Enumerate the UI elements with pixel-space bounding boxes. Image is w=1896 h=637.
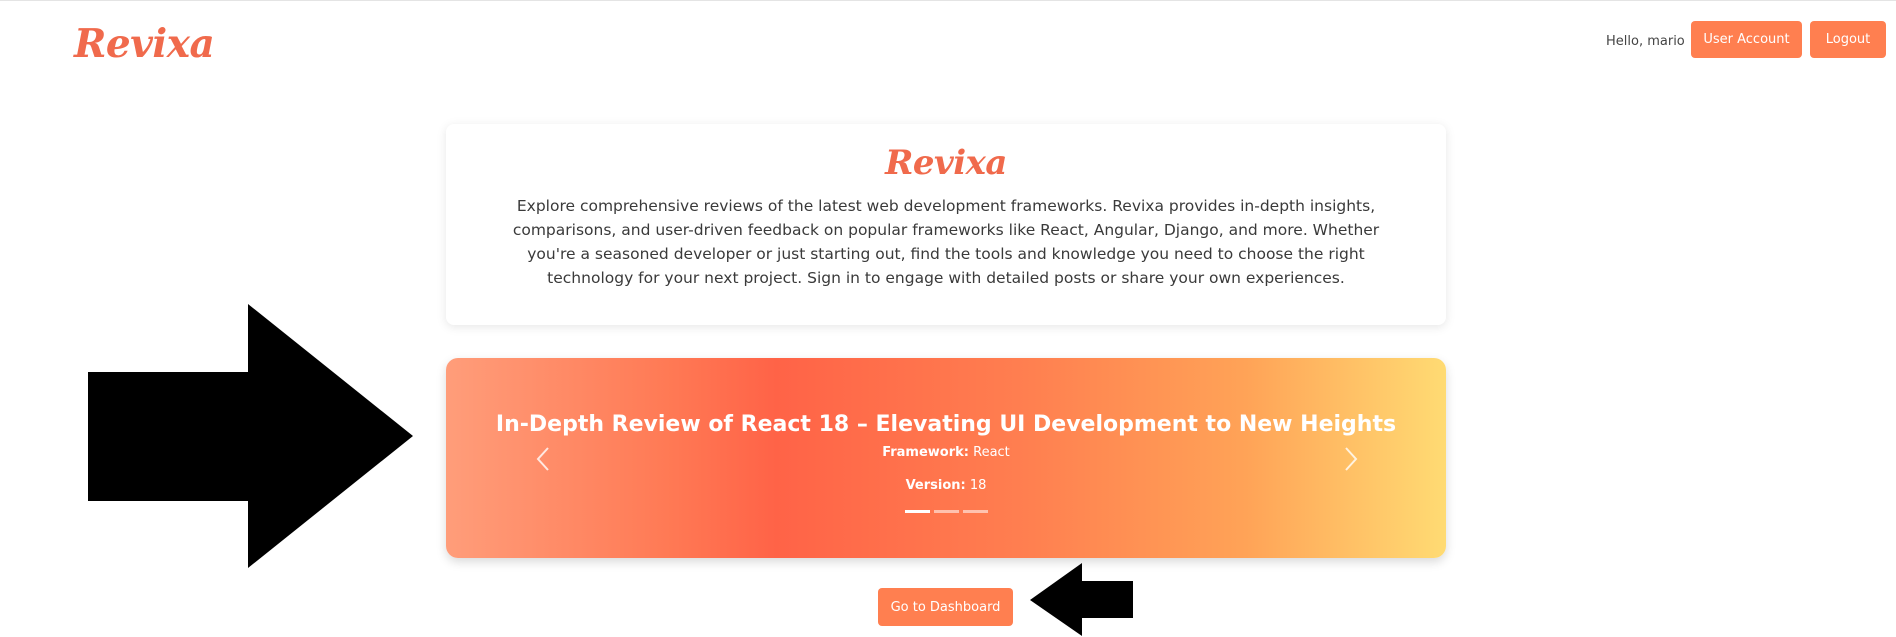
chevron-right-icon	[1345, 447, 1358, 471]
carousel-indicator-2[interactable]	[933, 510, 959, 513]
slide-title[interactable]: In-Depth Review of React 18 – Elevating …	[446, 410, 1446, 440]
go-to-dashboard-button[interactable]: Go to Dashboard	[878, 588, 1013, 626]
intro-card: Revixa Explore comprehensive reviews of …	[446, 124, 1446, 325]
intro-description: Explore comprehensive reviews of the lat…	[512, 197, 1380, 287]
user-greeting: Hello, mario	[1606, 34, 1685, 49]
user-account-button[interactable]: User Account	[1691, 21, 1802, 58]
intro-logo: Revixa	[885, 143, 1007, 183]
site-logo[interactable]: Revixa	[74, 19, 215, 69]
annotation-arrow-large	[88, 304, 413, 568]
carousel-indicator-1[interactable]	[904, 510, 930, 513]
logout-button[interactable]: Logout	[1810, 21, 1886, 58]
carousel-next-button[interactable]	[1339, 444, 1361, 474]
framework-value: React	[973, 445, 1010, 460]
framework-label: Framework:	[882, 445, 969, 460]
version-value: 18	[969, 478, 987, 493]
chevron-left-icon	[536, 447, 549, 471]
version-label: Version:	[905, 478, 966, 493]
slide-version: Version: 18	[446, 477, 1446, 495]
carousel-prev-button[interactable]	[533, 444, 555, 474]
review-carousel: In-Depth Review of React 18 – Elevating …	[446, 358, 1446, 558]
annotation-arrow-small	[1030, 563, 1133, 636]
carousel-indicators	[446, 510, 1446, 513]
carousel-indicator-3[interactable]	[962, 510, 988, 513]
slide-framework: Framework: React	[446, 444, 1446, 462]
